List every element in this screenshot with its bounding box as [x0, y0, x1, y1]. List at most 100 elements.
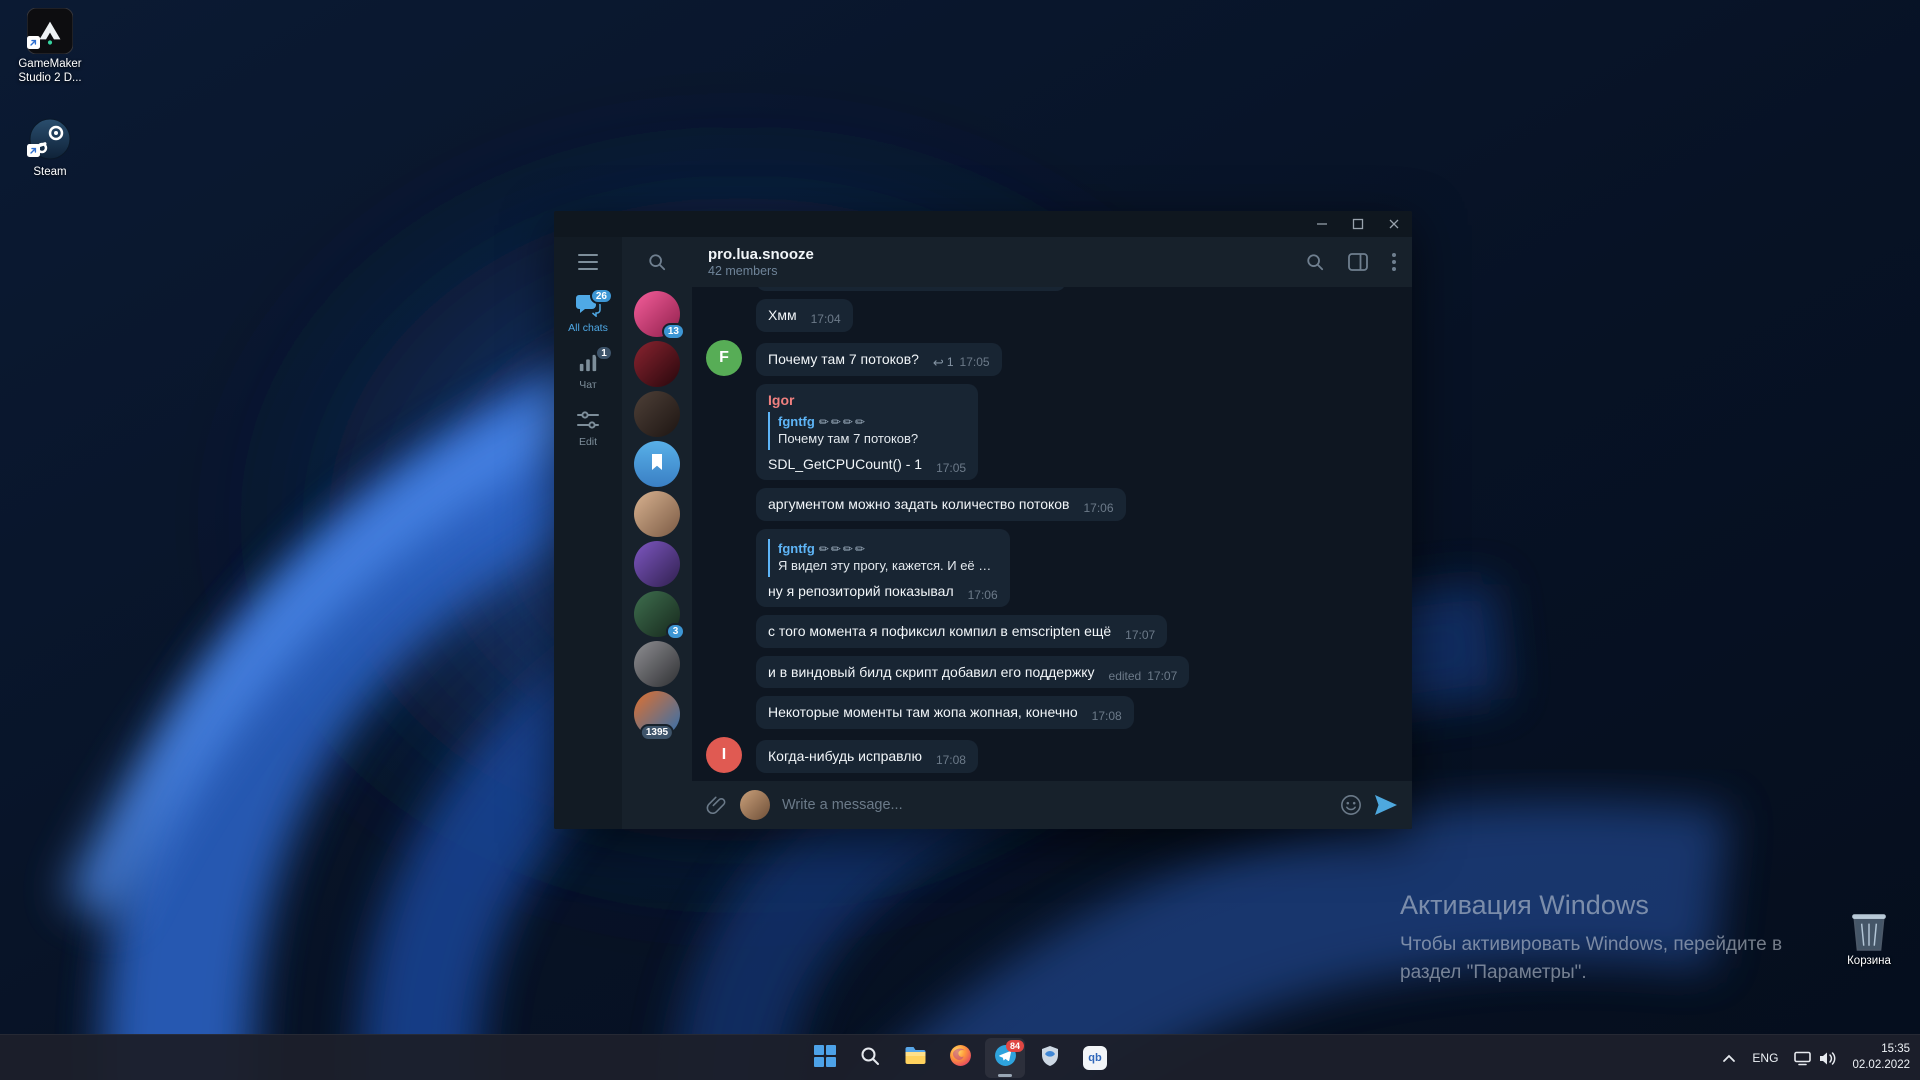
- chat-list-item[interactable]: 3: [634, 591, 685, 640]
- taskbar-firefox-button[interactable]: [940, 1038, 980, 1078]
- chat-info[interactable]: pro.lua.snooze 42 members: [708, 246, 1306, 278]
- language-indicator[interactable]: ENG: [1752, 1051, 1778, 1065]
- folder-chat-icon: 1: [574, 345, 613, 375]
- maximize-button[interactable]: [1340, 211, 1376, 237]
- reply-author: fgntfg ✏✏✏✏: [778, 413, 868, 429]
- pencil-emoji-badges: ✏✏✏✏: [818, 541, 868, 556]
- message-bubble[interactable]: Igor fgntfg ✏✏✏✏ Почему там 7 потоков? SDL_G…: [756, 383, 979, 481]
- message-bubble[interactable]: Сижу чёт и думаю, скучно как-то…Я видел …: [756, 287, 1066, 292]
- folder-all-chats-icon: 26: [574, 288, 613, 318]
- steam-icon: [27, 116, 73, 162]
- chat-list-item[interactable]: [634, 391, 680, 437]
- minimize-button[interactable]: [1304, 211, 1340, 237]
- message-composer: [692, 781, 1412, 829]
- chat-avatar: [634, 541, 680, 587]
- close-button[interactable]: [1376, 211, 1412, 237]
- message-row: fgntfg ✏✏✏✏ Я видел эту прогу, кажется. И …: [706, 528, 1396, 608]
- toggle-sidebar-button[interactable]: [1348, 253, 1368, 271]
- message-bubble[interactable]: с того момента я пофиксил компил в emscr…: [756, 615, 1168, 648]
- message-bubble[interactable]: Некоторые моменты там жопа жопная, конеч…: [756, 696, 1134, 729]
- message-bubble[interactable]: и в виндовый билд скрипт добавил его под…: [756, 655, 1190, 689]
- desktop-icon-steam[interactable]: Steam: [8, 116, 92, 180]
- taskbar-qbittorrent-button[interactable]: qb: [1075, 1038, 1115, 1078]
- chat-members-count: 42 members: [708, 264, 778, 278]
- search-chats-button[interactable]: [648, 253, 666, 271]
- chat-avatar: [634, 341, 680, 387]
- minimize-icon: [1317, 223, 1327, 225]
- activation-title: Активация Windows: [1400, 890, 1649, 920]
- message-bubble[interactable]: fgntfg ✏✏✏✏ Я видел эту прогу, кажется. И …: [756, 528, 1010, 608]
- close-icon: [1389, 219, 1399, 229]
- reply-quote[interactable]: fgntfg ✏✏✏✏ Я видел эту прогу, кажется. И …: [768, 538, 998, 577]
- activation-line2: раздел "Параметры".: [1400, 961, 1587, 983]
- message-bubble[interactable]: Хмм 17:04: [756, 299, 853, 332]
- folder-edit[interactable]: Edit: [568, 401, 608, 458]
- chat-avatar: [634, 491, 680, 537]
- search-in-chat-button[interactable]: [1306, 253, 1324, 271]
- tray-status-icons[interactable]: [1794, 1051, 1836, 1066]
- message-row: Igor fgntfg ✏✏✏✏ Почему там 7 потоков? SDL_G…: [706, 383, 1396, 481]
- message-bubble[interactable]: Почему там 7 потоков? ↩ 1 17:05: [756, 342, 1002, 376]
- system-tray: ENG 15:35 02.02.2022: [1722, 1035, 1910, 1080]
- reply-text: Почему там 7 потоков?: [778, 430, 919, 446]
- chat-list-item[interactable]: [634, 491, 680, 537]
- hamburger-icon: [578, 254, 598, 270]
- message-time: 17:07: [1147, 668, 1178, 683]
- chat-title: pro.lua.snooze: [708, 246, 814, 263]
- folder-all-chats[interactable]: 26 All chats: [568, 287, 613, 344]
- message-time: 17:08: [1091, 709, 1122, 724]
- message-text: Некоторые моменты там жопа жопная, конеч…: [768, 704, 1078, 721]
- folder-unread-badge: 1: [595, 345, 613, 361]
- emoji-icon: [1341, 795, 1361, 815]
- sender-avatar[interactable]: I: [706, 737, 742, 773]
- sender-avatar[interactable]: F: [706, 339, 742, 376]
- window-titlebar[interactable]: [554, 211, 1412, 237]
- reply-quote[interactable]: fgntfg ✏✏✏✏ Почему там 7 потоков?: [768, 411, 966, 450]
- clock[interactable]: 15:35 02.02.2022: [1852, 1042, 1910, 1073]
- message-input[interactable]: [782, 797, 1328, 813]
- main-menu-button[interactable]: [578, 254, 598, 270]
- chat-menu-button[interactable]: [1392, 253, 1396, 271]
- chat-list-item[interactable]: [634, 441, 680, 487]
- desktop-icon-label: GameMaker Studio 2 D...: [18, 58, 82, 84]
- send-as-avatar[interactable]: [740, 790, 770, 820]
- taskbar: 84 qb ENG 15:35 02.02.2022: [0, 1034, 1920, 1080]
- chat-list-item[interactable]: [634, 341, 680, 387]
- clock-date: 02.02.2022: [1852, 1059, 1910, 1071]
- attach-button[interactable]: [706, 794, 728, 816]
- folder-chat[interactable]: 1 Чат: [568, 344, 613, 401]
- taskbar-shield-button[interactable]: [1030, 1038, 1070, 1078]
- folder-edit-icon: [574, 408, 602, 432]
- search-icon: [1307, 254, 1324, 271]
- folder-unread-badge: 26: [589, 288, 613, 304]
- edited-label: edited: [1108, 668, 1142, 683]
- chat-list-item[interactable]: 13: [634, 291, 685, 340]
- message-text: с того момента я пофиксил компил в emscr…: [768, 623, 1112, 640]
- activation-watermark: Активация Windows Чтобы активировать Win…: [1400, 890, 1880, 986]
- emoji-button[interactable]: [1340, 794, 1362, 816]
- gamemaker-icon: [27, 8, 73, 54]
- clock-time: 15:35: [1881, 1043, 1910, 1056]
- tray-overflow-button[interactable]: [1722, 1054, 1736, 1063]
- send-button[interactable]: [1374, 794, 1398, 816]
- message-text: SDL_GetCPUCount() - 1: [768, 455, 923, 472]
- chat-list-item[interactable]: [634, 641, 680, 687]
- shortcut-arrow-icon: [27, 36, 40, 54]
- message-row: и в виндовый билд скрипт добавил его под…: [706, 655, 1396, 689]
- taskbar-telegram-button[interactable]: 84: [985, 1038, 1025, 1078]
- message-bubble[interactable]: аргументом можно задать количество поток…: [756, 488, 1126, 521]
- chat-list-item[interactable]: 1395: [634, 691, 680, 741]
- message-history[interactable]: Сижу чёт и думаю, скучно как-то…Я видел …: [692, 287, 1412, 781]
- chat-list-item[interactable]: [634, 541, 680, 587]
- unread-badge: 13: [661, 323, 685, 340]
- folder-label: All chats: [568, 322, 608, 334]
- taskbar-start-button[interactable]: [805, 1038, 845, 1078]
- message-bubble[interactable]: Когда-нибудь исправлю 17:08: [756, 740, 978, 773]
- desktop-icon-gamemaker[interactable]: GameMaker Studio 2 D...: [8, 8, 92, 86]
- taskbar-search-button[interactable]: [850, 1038, 890, 1078]
- replies-number: 1: [946, 355, 954, 370]
- shortcut-arrow-icon: [27, 144, 40, 162]
- sender-name: Igor: [768, 391, 795, 408]
- taskbar-explorer-button[interactable]: [895, 1038, 935, 1078]
- replies-count[interactable]: ↩ 1: [933, 355, 954, 372]
